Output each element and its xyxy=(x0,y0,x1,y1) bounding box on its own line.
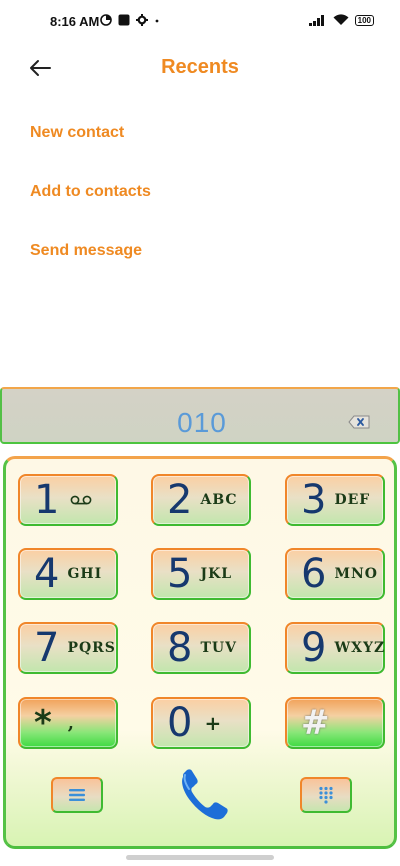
key-2[interactable]: 2 ABC xyxy=(151,474,251,526)
status-bar: 8:16 AM 100 xyxy=(0,0,400,44)
key-letters: PQRS xyxy=(67,640,116,656)
dial-keypad: 1 2 ABC 3 DEF 4 GHI 5 JKL 6 MNO 7 PQRS 8… xyxy=(3,456,397,849)
status-time: 8:16 AM xyxy=(50,14,100,29)
key-digit: 2 xyxy=(167,477,193,523)
number-display: 010 xyxy=(0,387,400,444)
key-digit: 1 xyxy=(34,477,60,523)
key-digit: 6 xyxy=(301,551,327,597)
key-7[interactable]: 7 PQRS xyxy=(18,622,118,674)
key-digit: 8 xyxy=(167,625,193,671)
key-1[interactable]: 1 xyxy=(18,474,118,526)
key-letters: DEF xyxy=(334,492,371,508)
key-letters: TUV xyxy=(200,640,237,656)
key-digit: 4 xyxy=(34,551,60,597)
phone-icon xyxy=(182,769,228,820)
menu-icon xyxy=(69,789,85,801)
app-notification-icon xyxy=(118,14,130,26)
new-contact-link[interactable]: New contact xyxy=(30,124,124,142)
key-letters: JKL xyxy=(200,566,233,582)
wifi-icon xyxy=(333,14,349,25)
key-9[interactable]: 9 WXYZ xyxy=(285,622,385,674)
key-8[interactable]: 8 TUV xyxy=(151,622,251,674)
battery-indicator: 100 xyxy=(354,14,374,26)
key-3[interactable]: 3 DEF xyxy=(285,474,385,526)
key-digit: 7 xyxy=(34,625,60,671)
key-star[interactable]: * , xyxy=(18,697,118,749)
status-left-icons xyxy=(100,14,160,26)
key-digit: 9 xyxy=(301,625,327,671)
key-6[interactable]: 6 MNO xyxy=(285,548,385,600)
key-hash[interactable]: # xyxy=(285,697,385,749)
more-dot-icon xyxy=(155,19,159,23)
key-digit: * xyxy=(34,703,52,743)
backspace-icon xyxy=(348,415,370,429)
key-5[interactable]: 5 JKL xyxy=(151,548,251,600)
key-digit: 5 xyxy=(167,551,193,597)
send-message-link[interactable]: Send message xyxy=(30,242,142,260)
menu-button[interactable] xyxy=(51,777,103,813)
gesture-navigation-bar[interactable] xyxy=(126,855,274,860)
dialed-number: 010 xyxy=(177,407,227,438)
key-letters: + xyxy=(204,711,223,735)
key-letters: ABC xyxy=(200,492,238,508)
key-digit: 3 xyxy=(301,477,327,523)
call-button[interactable] xyxy=(173,765,233,825)
page-title: Recents xyxy=(161,56,239,78)
dialpad-icon xyxy=(319,786,333,804)
key-letters: GHI xyxy=(67,566,103,582)
add-to-contacts-link[interactable]: Add to contacts xyxy=(30,183,151,201)
key-4[interactable]: 4 GHI xyxy=(18,548,118,600)
key-digit: 0 xyxy=(167,700,193,746)
key-letters: MNO xyxy=(334,566,378,582)
backspace-button[interactable] xyxy=(348,415,370,434)
data-saver-icon xyxy=(100,14,112,26)
dialpad-toggle-button[interactable] xyxy=(300,777,352,813)
key-letters: , xyxy=(67,712,76,734)
status-right-icons: 100 xyxy=(308,14,374,26)
settings-gear-icon xyxy=(136,14,148,26)
signal-icon xyxy=(308,15,324,26)
key-digit: # xyxy=(301,703,330,743)
key-0[interactable]: 0 + xyxy=(151,697,251,749)
voicemail-icon xyxy=(71,495,92,505)
key-letters: WXYZ xyxy=(334,640,386,656)
